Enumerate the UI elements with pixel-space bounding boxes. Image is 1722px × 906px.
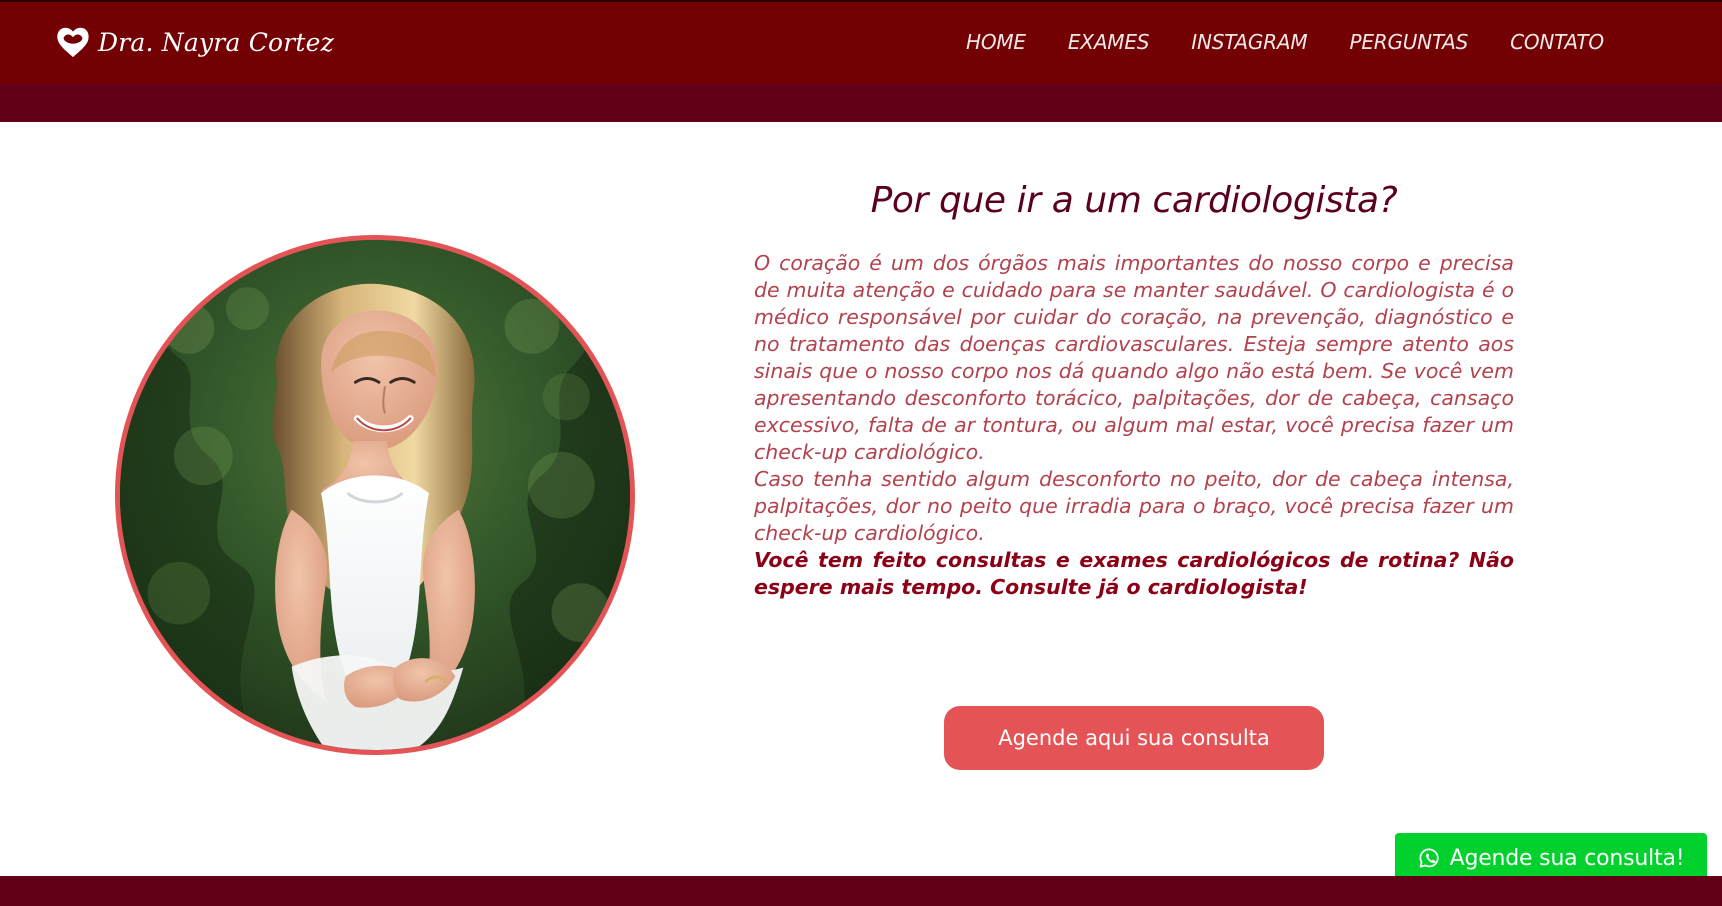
nav-exames-link[interactable]: EXAMES xyxy=(1068,30,1150,54)
about-text: O coração é um dos órgãos mais important… xyxy=(754,250,1514,601)
site-logo[interactable]: Dra. Nayra Cortez xyxy=(54,24,334,60)
schedule-consultation-label: Agende aqui sua consulta xyxy=(998,725,1270,750)
whatsapp-icon xyxy=(1419,848,1439,868)
nav-home-link[interactable]: HOME xyxy=(966,30,1026,54)
paragraph-1: O coração é um dos órgãos mais important… xyxy=(754,251,1514,464)
header-band xyxy=(0,84,1722,122)
page-title: Por que ir a um cardiologista? xyxy=(870,180,1398,221)
whatsapp-button-label: Agende sua consulta! xyxy=(1449,845,1685,871)
doctor-photo-illustration xyxy=(120,240,630,750)
doctor-photo xyxy=(115,235,635,755)
logo-text: Dra. Nayra Cortez xyxy=(98,27,335,57)
main-nav: HOME EXAMES INSTAGRAM PERGUNTAS CONTATO xyxy=(966,30,1604,54)
heart-logo-icon xyxy=(57,27,89,58)
paragraph-2: Caso tenha sentido algum desconforto no … xyxy=(754,467,1514,545)
nav-contato-link[interactable]: CONTATO xyxy=(1510,30,1604,54)
emphasis-text: Você tem feito consultas e exames cardio… xyxy=(754,548,1514,599)
schedule-consultation-button[interactable]: Agende aqui sua consulta xyxy=(944,706,1324,770)
footer-band xyxy=(0,876,1722,906)
nav-instagram-link[interactable]: INSTAGRAM xyxy=(1191,30,1307,54)
main-content: Por que ir a um cardiologista? O coração… xyxy=(754,174,1514,601)
nav-perguntas-link[interactable]: PERGUNTAS xyxy=(1349,30,1468,54)
